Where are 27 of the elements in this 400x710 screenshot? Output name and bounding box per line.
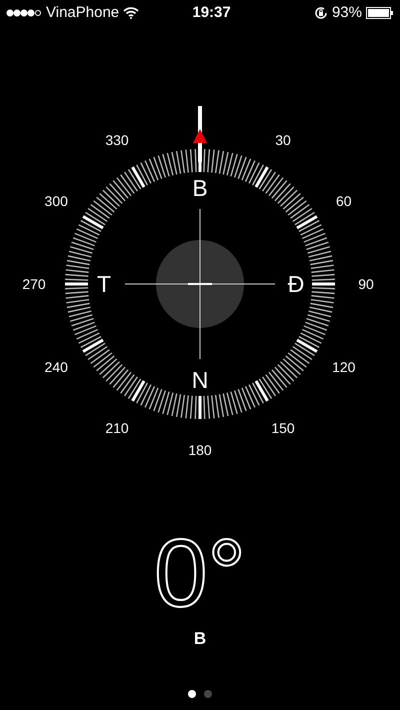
degree-label: 180 <box>188 442 212 458</box>
cardinal-label: Đ <box>288 271 304 297</box>
degree-label: 300 <box>44 193 68 209</box>
rotation-lock-icon <box>314 6 328 20</box>
heading-degrees: 0° <box>154 526 246 622</box>
wifi-icon <box>123 7 140 19</box>
degree-label: 150 <box>271 420 295 436</box>
degree-label: 210 <box>105 420 129 436</box>
page-dot[interactable] <box>188 690 196 698</box>
degree-label: 240 <box>44 359 68 375</box>
carrier-name: VinaPhone <box>46 2 120 23</box>
north-needle <box>193 106 207 162</box>
signal-icon <box>6 8 42 18</box>
degree-label: 120 <box>332 359 356 375</box>
degree-label: 330 <box>105 132 129 148</box>
battery-percentage: 93% <box>332 2 362 23</box>
clock-time: 19:37 <box>192 2 231 23</box>
degree-label: 90 <box>358 276 374 292</box>
degree-label: 60 <box>336 193 352 209</box>
cardinal-label: N <box>192 367 208 393</box>
degree-label: 270 <box>22 276 46 292</box>
degree-label: 30 <box>275 132 291 148</box>
cardinal-label: T <box>96 271 112 297</box>
page-dot[interactable] <box>204 690 212 698</box>
cardinal-label: B <box>192 175 208 201</box>
heading-direction: B <box>194 628 206 650</box>
battery-icon <box>366 7 394 19</box>
